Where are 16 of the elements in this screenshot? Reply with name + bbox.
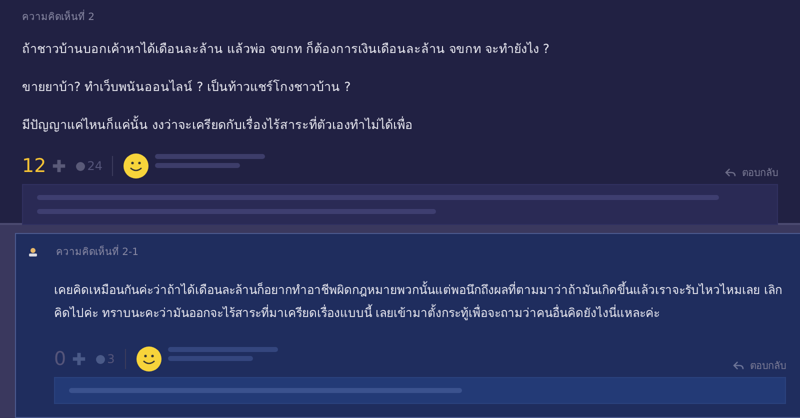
comment-text: ขายยาบ้า? ทำเว็บพนันออนไลน์ ? เป็นท้าวแชร์โกงชาวบ้าน ?: [22, 78, 352, 96]
reply-link[interactable]: ตอบกลับ: [725, 165, 778, 180]
smiley-avatar-icon[interactable]: [136, 346, 162, 372]
comment-text: มีปัญญาแค่ไหนก็แค่นั้น งงว่าจะเครียดกับเรื่องไร้สาระที่ตัวเองทำไม่ได้เพื่อ: [22, 116, 414, 134]
comment-text: ถ้าชาวบ้านบอกเค้าหาได้เดือนละล้าน แล้วพ่อ จขกท ก็ต้องการเงินเดือนละล้าน จขกท จะทำยังไง ?: [22, 40, 550, 58]
reply-arrow-icon[interactable]: [725, 168, 736, 177]
comment-number: ความคิดเห็นที่ 2-1: [56, 242, 139, 261]
vote-score: 12: [22, 155, 46, 177]
comment-text: เคยคิดเหมือนกันค่ะว่าถ้าได้เดือนละล้านก็อยากทำอาชีพผิดกฎหมายพวกนั้นแต่พอนึกถึงผลที่ตามมาว่าถ้ามันเกิดขึ้นแล้วเราจะรับไหวไหมเลย เลิกคิดไปค่ะ ทราบนะคะว่ามันออกจะไร้สาระที่มาเครียดเรื่องแบบนี้ เลยเข้ามาตั้งกระทู้เพื่อจะถามว่าคนอื่นคิดยังไงนี่แหละค่ะ: [54, 280, 783, 322]
plus-icon[interactable]: [72, 352, 86, 366]
plus-icon[interactable]: [52, 159, 66, 173]
smiley-avatar-icon[interactable]: [123, 153, 150, 179]
reply-link[interactable]: ตอบกลับ: [733, 358, 786, 373]
reply-arrow-icon[interactable]: [733, 361, 744, 370]
user-icon: [28, 246, 38, 256]
comment-number: ความคิดเห็นที่ 2: [22, 7, 95, 26]
